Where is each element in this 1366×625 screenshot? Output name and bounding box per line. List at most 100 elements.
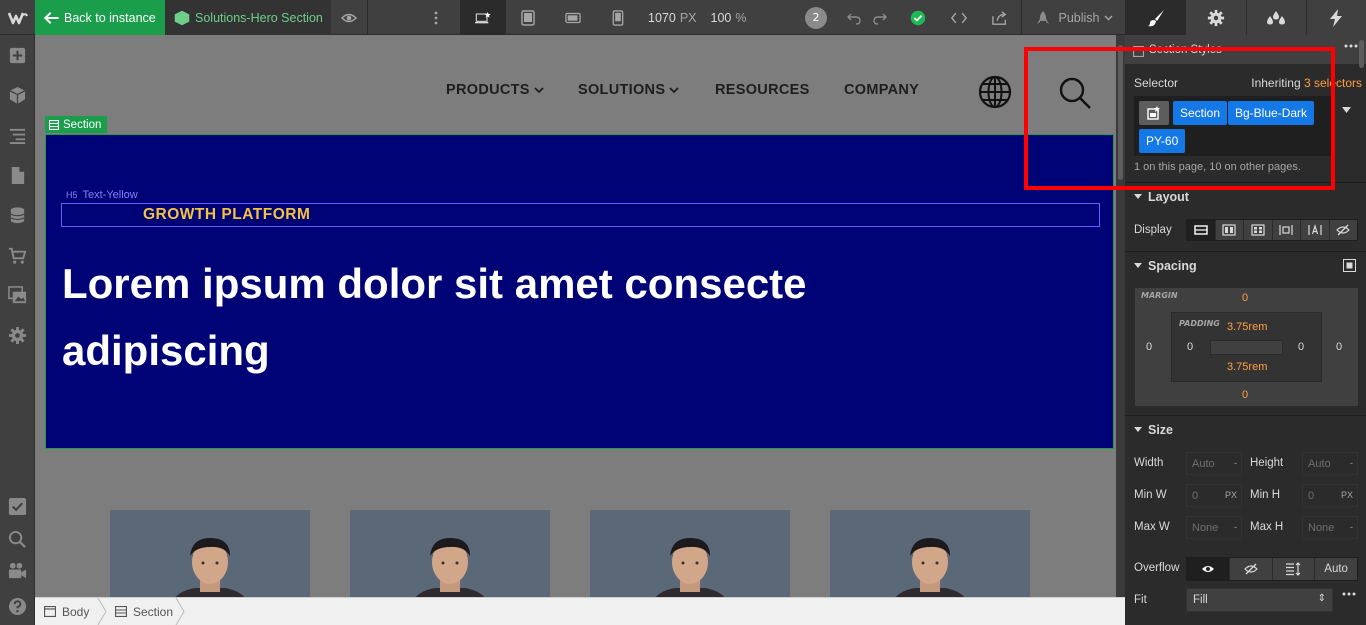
min-height-input[interactable]: 0 PX (1302, 484, 1358, 507)
site-audit-button[interactable] (902, 0, 934, 35)
sidebar-pages-button[interactable] (0, 155, 35, 195)
margin-left-value[interactable]: 0 (1146, 341, 1152, 353)
fit-more-button[interactable] (1342, 592, 1356, 596)
sidebar-navigator-button[interactable] (0, 115, 35, 155)
fit-select[interactable]: Fill ⇕ (1186, 588, 1333, 612)
nav-resources[interactable]: RESOURCES (715, 82, 810, 98)
sidebar-video-button[interactable] (0, 552, 35, 588)
display-block-button[interactable] (1187, 220, 1215, 240)
sidebar-symbols-button[interactable] (0, 75, 35, 115)
back-to-instance-button[interactable]: Back to instance (35, 0, 165, 35)
tab-settings[interactable] (1185, 0, 1245, 35)
spacing-section-header[interactable]: Spacing (1125, 251, 1366, 279)
panel-more-button[interactable] (1344, 44, 1358, 48)
drops-icon (1267, 10, 1286, 24)
display-inline-block-button[interactable] (1271, 220, 1301, 240)
redo-button[interactable] (868, 0, 892, 35)
team-card-image[interactable] (110, 510, 310, 597)
caret-down-icon (1134, 427, 1142, 432)
canvas-scrollbar[interactable] (1116, 35, 1125, 597)
overflow-visible-button[interactable] (1187, 558, 1229, 580)
team-card-image[interactable] (830, 510, 1030, 597)
checkbox-icon (8, 497, 27, 515)
undo-button[interactable] (842, 0, 866, 35)
spacing-box-icon[interactable] (1343, 259, 1356, 272)
nav-solutions[interactable]: SOLUTIONS (578, 82, 679, 98)
mobile-landscape-icon (565, 10, 581, 26)
preview-button[interactable] (331, 0, 367, 35)
breakpoint-portrait-button[interactable] (596, 0, 640, 35)
padding-bottom-value[interactable]: 3.75rem (1227, 361, 1267, 373)
selector-state-button[interactable] (1139, 101, 1169, 125)
sidebar-cms-button[interactable] (0, 195, 35, 235)
globe-icon[interactable] (978, 75, 1012, 109)
collaborators-button[interactable]: 2 (800, 0, 832, 35)
sidebar-add-button[interactable] (0, 35, 35, 75)
site-navbar[interactable]: PRODUCTS SOLUTIONS RESOURCES COMPANY (35, 35, 1116, 133)
horizontal-dots-icon (1342, 592, 1356, 596)
hero-section[interactable]: H5 Text-Yellow GROWTH PLATFORM Lorem ipsu… (45, 134, 1114, 449)
code-export-button[interactable] (939, 0, 979, 35)
class-chip-section[interactable]: Section (1173, 101, 1228, 125)
padding-box[interactable]: PADDING 3.75rem 0 0 3.75rem (1171, 312, 1322, 382)
nav-company[interactable]: COMPANY (844, 82, 919, 98)
webflow-logo[interactable] (0, 0, 35, 35)
sidebar-tasks-button[interactable] (0, 486, 35, 526)
nav-products[interactable]: PRODUCTS (446, 82, 544, 98)
overflow-hidden-button[interactable] (1228, 558, 1272, 580)
search-icon[interactable] (1057, 75, 1093, 111)
sidebar-ecommerce-button[interactable] (0, 235, 35, 275)
margin-right-value[interactable]: 0 (1336, 341, 1342, 353)
display-inline-button[interactable] (1300, 220, 1329, 240)
margin-bottom-value[interactable]: 0 (1242, 389, 1248, 401)
sidebar-help-button[interactable] (0, 588, 35, 625)
publish-button[interactable]: Publish (1022, 0, 1125, 35)
tab-style[interactable] (1125, 0, 1186, 35)
sidebar-settings-button[interactable] (0, 315, 35, 355)
spacing-box[interactable]: MARGIN 0 0 0 0 PADDING 3.75rem 0 0 3.75r… (1134, 287, 1359, 407)
breakpoint-landscape-button[interactable] (550, 0, 596, 35)
hero-headline[interactable]: Lorem ipsum dolor sit amet consecte adip… (62, 250, 1062, 384)
share-button[interactable] (983, 0, 1017, 35)
sidebar-search-button[interactable] (0, 526, 35, 552)
panel-scrollbar[interactable] (1358, 35, 1366, 625)
margin-top-value[interactable]: 0 (1242, 292, 1248, 304)
display-none-button[interactable] (1328, 220, 1358, 240)
designer-canvas[interactable]: PRODUCTS SOLUTIONS RESOURCES COMPANY Sec… (35, 35, 1116, 597)
padding-top-value[interactable]: 3.75rem (1227, 321, 1267, 333)
height-input[interactable]: Auto - (1302, 452, 1358, 475)
breakpoint-desktop-button[interactable] (460, 0, 506, 35)
component-name[interactable]: Solutions-Hero Section (165, 0, 331, 35)
breakpoint-tablet-button[interactable] (506, 0, 550, 35)
class-chip-py-60[interactable]: PY-60 (1139, 129, 1186, 153)
padding-right-value[interactable]: 0 (1298, 341, 1304, 353)
selector-field[interactable]: Section Bg-Blue-Dark PY-60 (1134, 96, 1333, 156)
display-flex-button[interactable] (1214, 220, 1244, 240)
canvas-dimensions[interactable]: 1070 PX 100 % (640, 0, 746, 35)
max-height-input[interactable]: None - (1302, 516, 1358, 539)
layout-section-header[interactable]: Layout (1125, 182, 1366, 210)
display-grid-button[interactable] (1243, 220, 1272, 240)
inheriting-info[interactable]: Inheriting 3 selectors (1251, 76, 1362, 90)
padding-left-value[interactable]: 0 (1187, 341, 1193, 353)
team-card-image[interactable] (590, 510, 790, 597)
tab-style-manager[interactable] (1245, 0, 1306, 35)
scrollbar-thumb[interactable] (1118, 45, 1123, 180)
size-section-header[interactable]: Size (1125, 415, 1366, 443)
overflow-auto-button[interactable]: Auto (1314, 558, 1357, 580)
breadcrumb-body[interactable]: Body (44, 598, 89, 625)
min-width-input[interactable]: 0 PX (1186, 484, 1242, 507)
width-input[interactable]: Auto - (1186, 452, 1242, 475)
overflow-scroll-button[interactable] (1271, 558, 1315, 580)
panel-scrollbar-thumb[interactable] (1359, 40, 1364, 68)
sidebar-assets-button[interactable] (0, 275, 35, 315)
team-card-image[interactable] (350, 510, 550, 597)
more-options-button[interactable] (420, 0, 452, 35)
section-selection-label[interactable]: Section (45, 116, 108, 133)
class-chip-bg-blue-dark[interactable]: Bg-Blue-Dark (1228, 101, 1315, 125)
eyebrow-heading[interactable]: GROWTH PLATFORM (61, 203, 1100, 227)
tab-interactions[interactable] (1305, 0, 1366, 35)
breadcrumb-section[interactable]: Section (115, 598, 173, 625)
selector-dropdown-button[interactable] (1333, 96, 1359, 156)
max-width-input[interactable]: None - (1186, 516, 1242, 539)
